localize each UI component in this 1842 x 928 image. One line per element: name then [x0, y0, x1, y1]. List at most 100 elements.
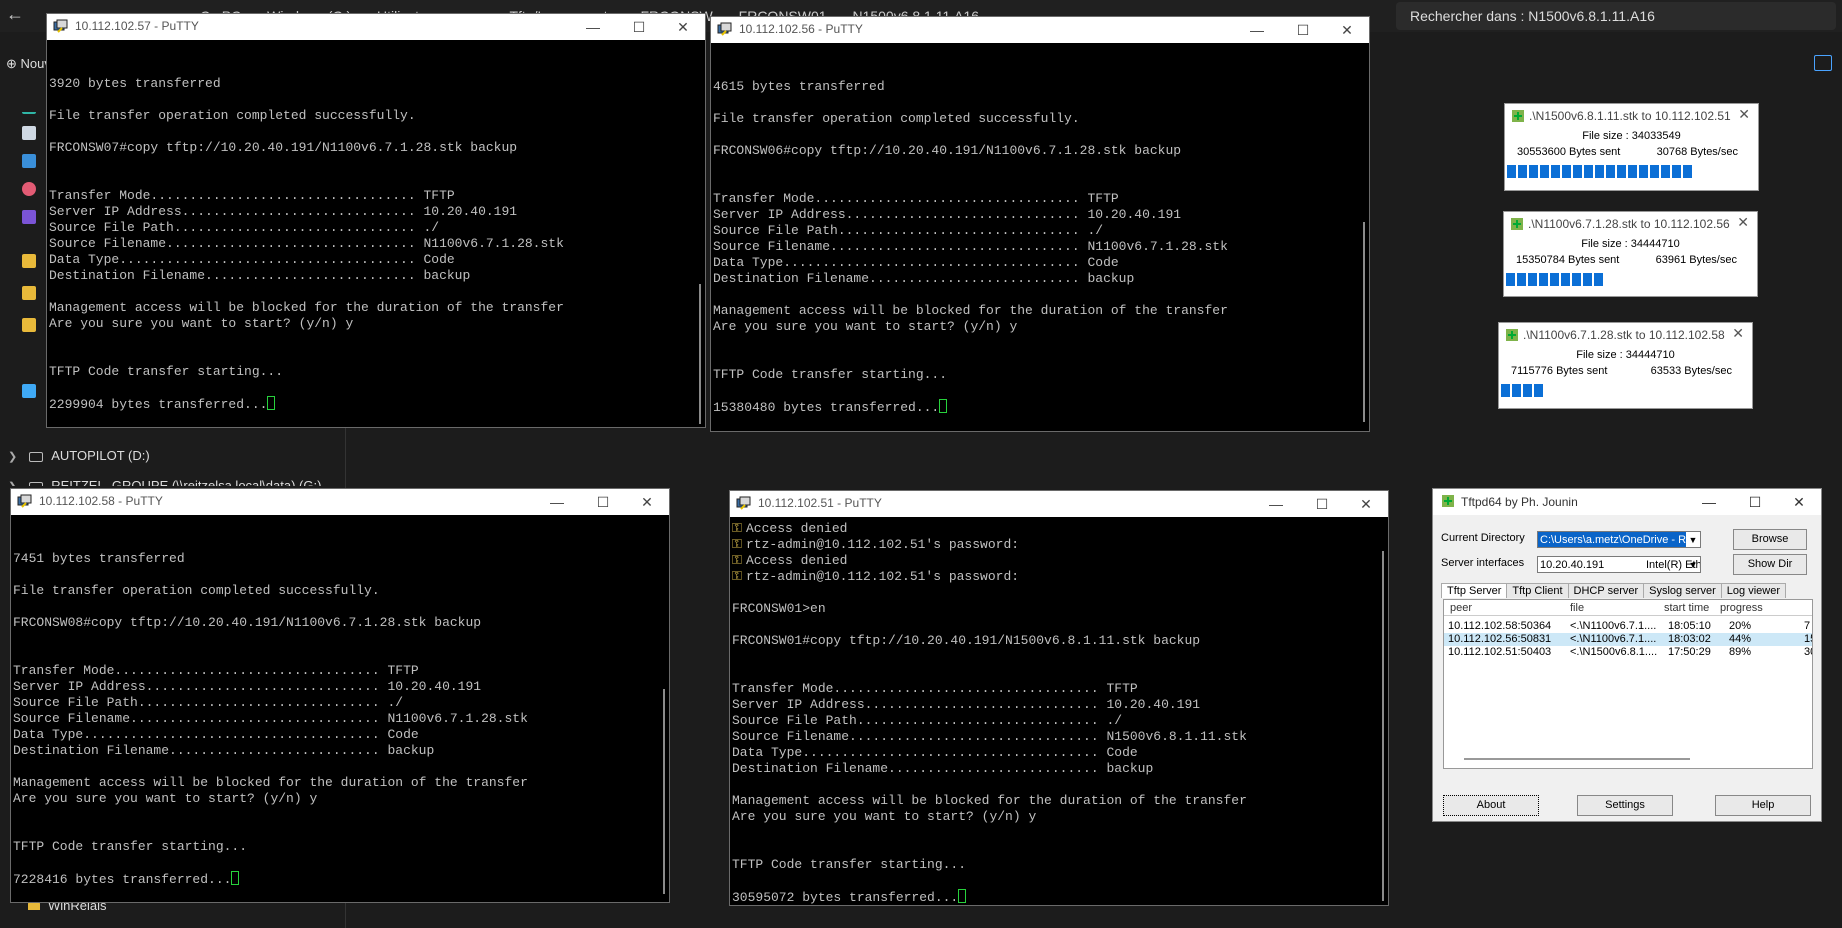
sidebar-item-network-drive[interactable]: ❯ REITZEL_GROUPE (\\reitzelsa.local\data)… — [8, 478, 321, 486]
browse-button[interactable]: Browse — [1733, 529, 1807, 550]
server-interfaces-select[interactable]: 10.20.40.191 Intel(R) Eth ▼ — [1537, 556, 1701, 573]
progress-segment — [1595, 165, 1604, 178]
terminal-line: Are you sure you want to start? (y/n) y — [49, 316, 705, 332]
help-button[interactable]: Help — [1715, 795, 1811, 816]
server-interfaces-value: 10.20.40.191 — [1540, 559, 1605, 571]
folder-icon[interactable] — [22, 318, 36, 332]
back-arrow-icon[interactable]: ← — [6, 4, 24, 25]
column-header-progress[interactable]: progress — [1720, 602, 1763, 614]
tab-syslog-server[interactable]: Syslog server — [1643, 583, 1722, 598]
terminal-line: 3920 bytes transferred — [49, 76, 705, 92]
terminal-line-text: Management access will be blocked for th… — [49, 300, 564, 315]
sidebar-item-autopilot[interactable]: ❯ AUTOPILOT (D:) — [8, 448, 150, 463]
column-header-file[interactable]: file — [1570, 602, 1584, 614]
current-directory-select[interactable]: C:\Users\a.metz\OneDrive - Reitzel G ▼ — [1537, 531, 1701, 548]
column-header-start-time[interactable]: start time — [1664, 602, 1709, 614]
close-button[interactable]: ✕ — [1346, 493, 1386, 515]
table-row[interactable]: 10.112.102.58:50364 <.\N1100v6.7.1.... 1… — [1444, 620, 1812, 633]
putty-icon — [736, 496, 751, 510]
terminal-line-text: 7451 bytes transferred — [13, 551, 185, 566]
progress-bar — [1507, 164, 1756, 180]
about-button[interactable]: About — [1443, 795, 1539, 816]
table-row[interactable]: 10.112.102.56:50831 <.\N1100v6.7.1.... 1… — [1444, 633, 1812, 646]
terminal-line: 4615 bytes transferred — [713, 79, 1369, 95]
progress-segment — [1518, 165, 1527, 178]
putty-window-51[interactable]: 10.112.102.51 - PuTTY — ☐ ✕ ⚿ Access deni… — [729, 490, 1389, 906]
close-button[interactable]: ✕ — [1738, 106, 1750, 123]
settings-button[interactable]: Settings — [1577, 795, 1673, 816]
window-titlebar[interactable]: 10.112.102.58 - PuTTY — ☐ ✕ — [11, 489, 669, 515]
pc-icon[interactable] — [22, 384, 36, 398]
download-icon[interactable] — [22, 98, 36, 114]
scrollbar[interactable] — [699, 284, 701, 424]
minimize-button[interactable]: — — [1237, 19, 1277, 41]
maximize-button[interactable]: ☐ — [1735, 491, 1775, 513]
terminal-line: FRCONSW07#copy tftp://10.20.40.191/N1100… — [49, 140, 705, 156]
show-dir-button[interactable]: Show Dir — [1733, 554, 1807, 575]
video-icon[interactable] — [22, 210, 36, 224]
putty-window-58[interactable]: 10.112.102.58 - PuTTY — ☐ ✕ 7451 bytes t… — [10, 488, 670, 903]
terminal-line: TFTP Code transfer starting... — [49, 364, 705, 380]
minimize-button[interactable]: — — [1256, 493, 1296, 515]
terminal-line: File transfer operation completed succes… — [13, 583, 669, 599]
maximize-button[interactable]: ☐ — [619, 16, 659, 38]
maximize-button[interactable]: ☐ — [1283, 19, 1323, 41]
horizontal-scrollbar[interactable] — [1464, 758, 1690, 760]
search-input[interactable]: Rechercher dans : N1500v6.8.1.11.A16 — [1396, 2, 1836, 30]
transfer-popup[interactable]: .\N1500v6.8.1.11.stk to 10.112.102.51 ✕ … — [1504, 103, 1759, 191]
document-icon[interactable] — [22, 126, 36, 140]
music-icon[interactable] — [22, 182, 36, 196]
minimize-button[interactable]: — — [1689, 491, 1729, 513]
tab-tftp-server[interactable]: Tftp Server — [1441, 583, 1508, 598]
close-button[interactable]: ✕ — [1779, 491, 1819, 513]
scrollbar[interactable] — [663, 689, 665, 894]
close-button[interactable]: ✕ — [663, 16, 703, 38]
window-titlebar[interactable]: 10.112.102.56 - PuTTY — ☐ ✕ — [711, 17, 1369, 43]
tab-strip: Tftp Server Tftp Client DHCP server Syslog … — [1441, 581, 1786, 599]
terminal-line-text: Data Type...............................… — [49, 252, 455, 267]
transfer-list[interactable]: peer file start time progress 10.112.102… — [1443, 599, 1813, 769]
progress-segment — [1528, 273, 1537, 286]
maximize-button[interactable]: ☐ — [1302, 493, 1342, 515]
terminal-line: FRCONSW06#copy tftp://10.20.40.191/N1100… — [713, 143, 1369, 159]
terminal-output[interactable]: 7451 bytes transferred File transfer oper… — [11, 515, 669, 902]
folder-icon[interactable] — [22, 254, 36, 268]
tab-dhcp-server[interactable]: DHCP server — [1567, 583, 1645, 598]
close-button[interactable]: ✕ — [627, 491, 667, 513]
scrollbar[interactable] — [1363, 222, 1365, 422]
maximize-button[interactable]: ☐ — [583, 491, 623, 513]
close-button[interactable]: ✕ — [1737, 214, 1749, 231]
transfer-popup[interactable]: .\N1100v6.7.1.28.stk to 10.112.102.58 ✕ … — [1498, 322, 1753, 409]
transfer-popup[interactable]: .\N1100v6.7.1.28.stk to 10.112.102.56 ✕ … — [1503, 211, 1758, 297]
minimize-button[interactable]: — — [537, 491, 577, 513]
folder-icon[interactable] — [22, 286, 36, 300]
terminal-output[interactable]: 4615 bytes transferred File transfer oper… — [711, 43, 1369, 431]
close-button[interactable]: ✕ — [1732, 325, 1744, 342]
putty-window-57[interactable]: 10.112.102.57 - PuTTY — ☐ ✕ 3920 bytes t… — [46, 13, 706, 428]
tab-tftp-client[interactable]: Tftp Client — [1506, 583, 1569, 598]
file-size: File size : 34033549 — [1582, 130, 1681, 142]
window-titlebar[interactable]: 10.112.102.51 - PuTTY — ☐ ✕ — [730, 491, 1388, 517]
scrollbar[interactable] — [1382, 551, 1384, 901]
table-row[interactable]: 10.112.102.51:50403 <.\N1500v6.8.1.... 1… — [1444, 646, 1812, 659]
column-header-peer[interactable]: peer — [1450, 602, 1472, 614]
putty-window-56[interactable]: 10.112.102.56 - PuTTY — ☐ ✕ 4615 bytes t… — [710, 16, 1370, 432]
progress-segment — [1572, 273, 1581, 286]
terminal-line: TFTP Code transfer starting... — [13, 839, 669, 855]
terminal-line-text: Server IP Address.......................… — [732, 697, 1201, 712]
window-titlebar[interactable]: 10.112.102.57 - PuTTY — ☐ ✕ — [47, 14, 705, 40]
terminal-line: Management access will be blocked for th… — [732, 793, 1388, 809]
terminal-line: Data Type...............................… — [732, 745, 1388, 761]
terminal-line: Destination Filename....................… — [713, 271, 1369, 287]
minimize-button[interactable]: — — [573, 16, 613, 38]
window-titlebar[interactable]: Tftpd64 by Ph. Jounin — ☐ ✕ — [1433, 489, 1821, 515]
tftpd64-window[interactable]: Tftpd64 by Ph. Jounin — ☐ ✕ Current Dire… — [1432, 488, 1822, 822]
close-button[interactable]: ✕ — [1327, 19, 1367, 41]
terminal-output[interactable]: 3920 bytes transferred File transfer oper… — [47, 40, 705, 427]
terminal-output[interactable]: ⚿ Access denied ⚿ rtz-admin@10.112.102.51's… — [730, 517, 1388, 905]
details-pane-icon[interactable] — [1814, 55, 1832, 71]
tab-log-viewer[interactable]: Log viewer — [1720, 583, 1786, 598]
image-icon[interactable] — [22, 154, 36, 168]
